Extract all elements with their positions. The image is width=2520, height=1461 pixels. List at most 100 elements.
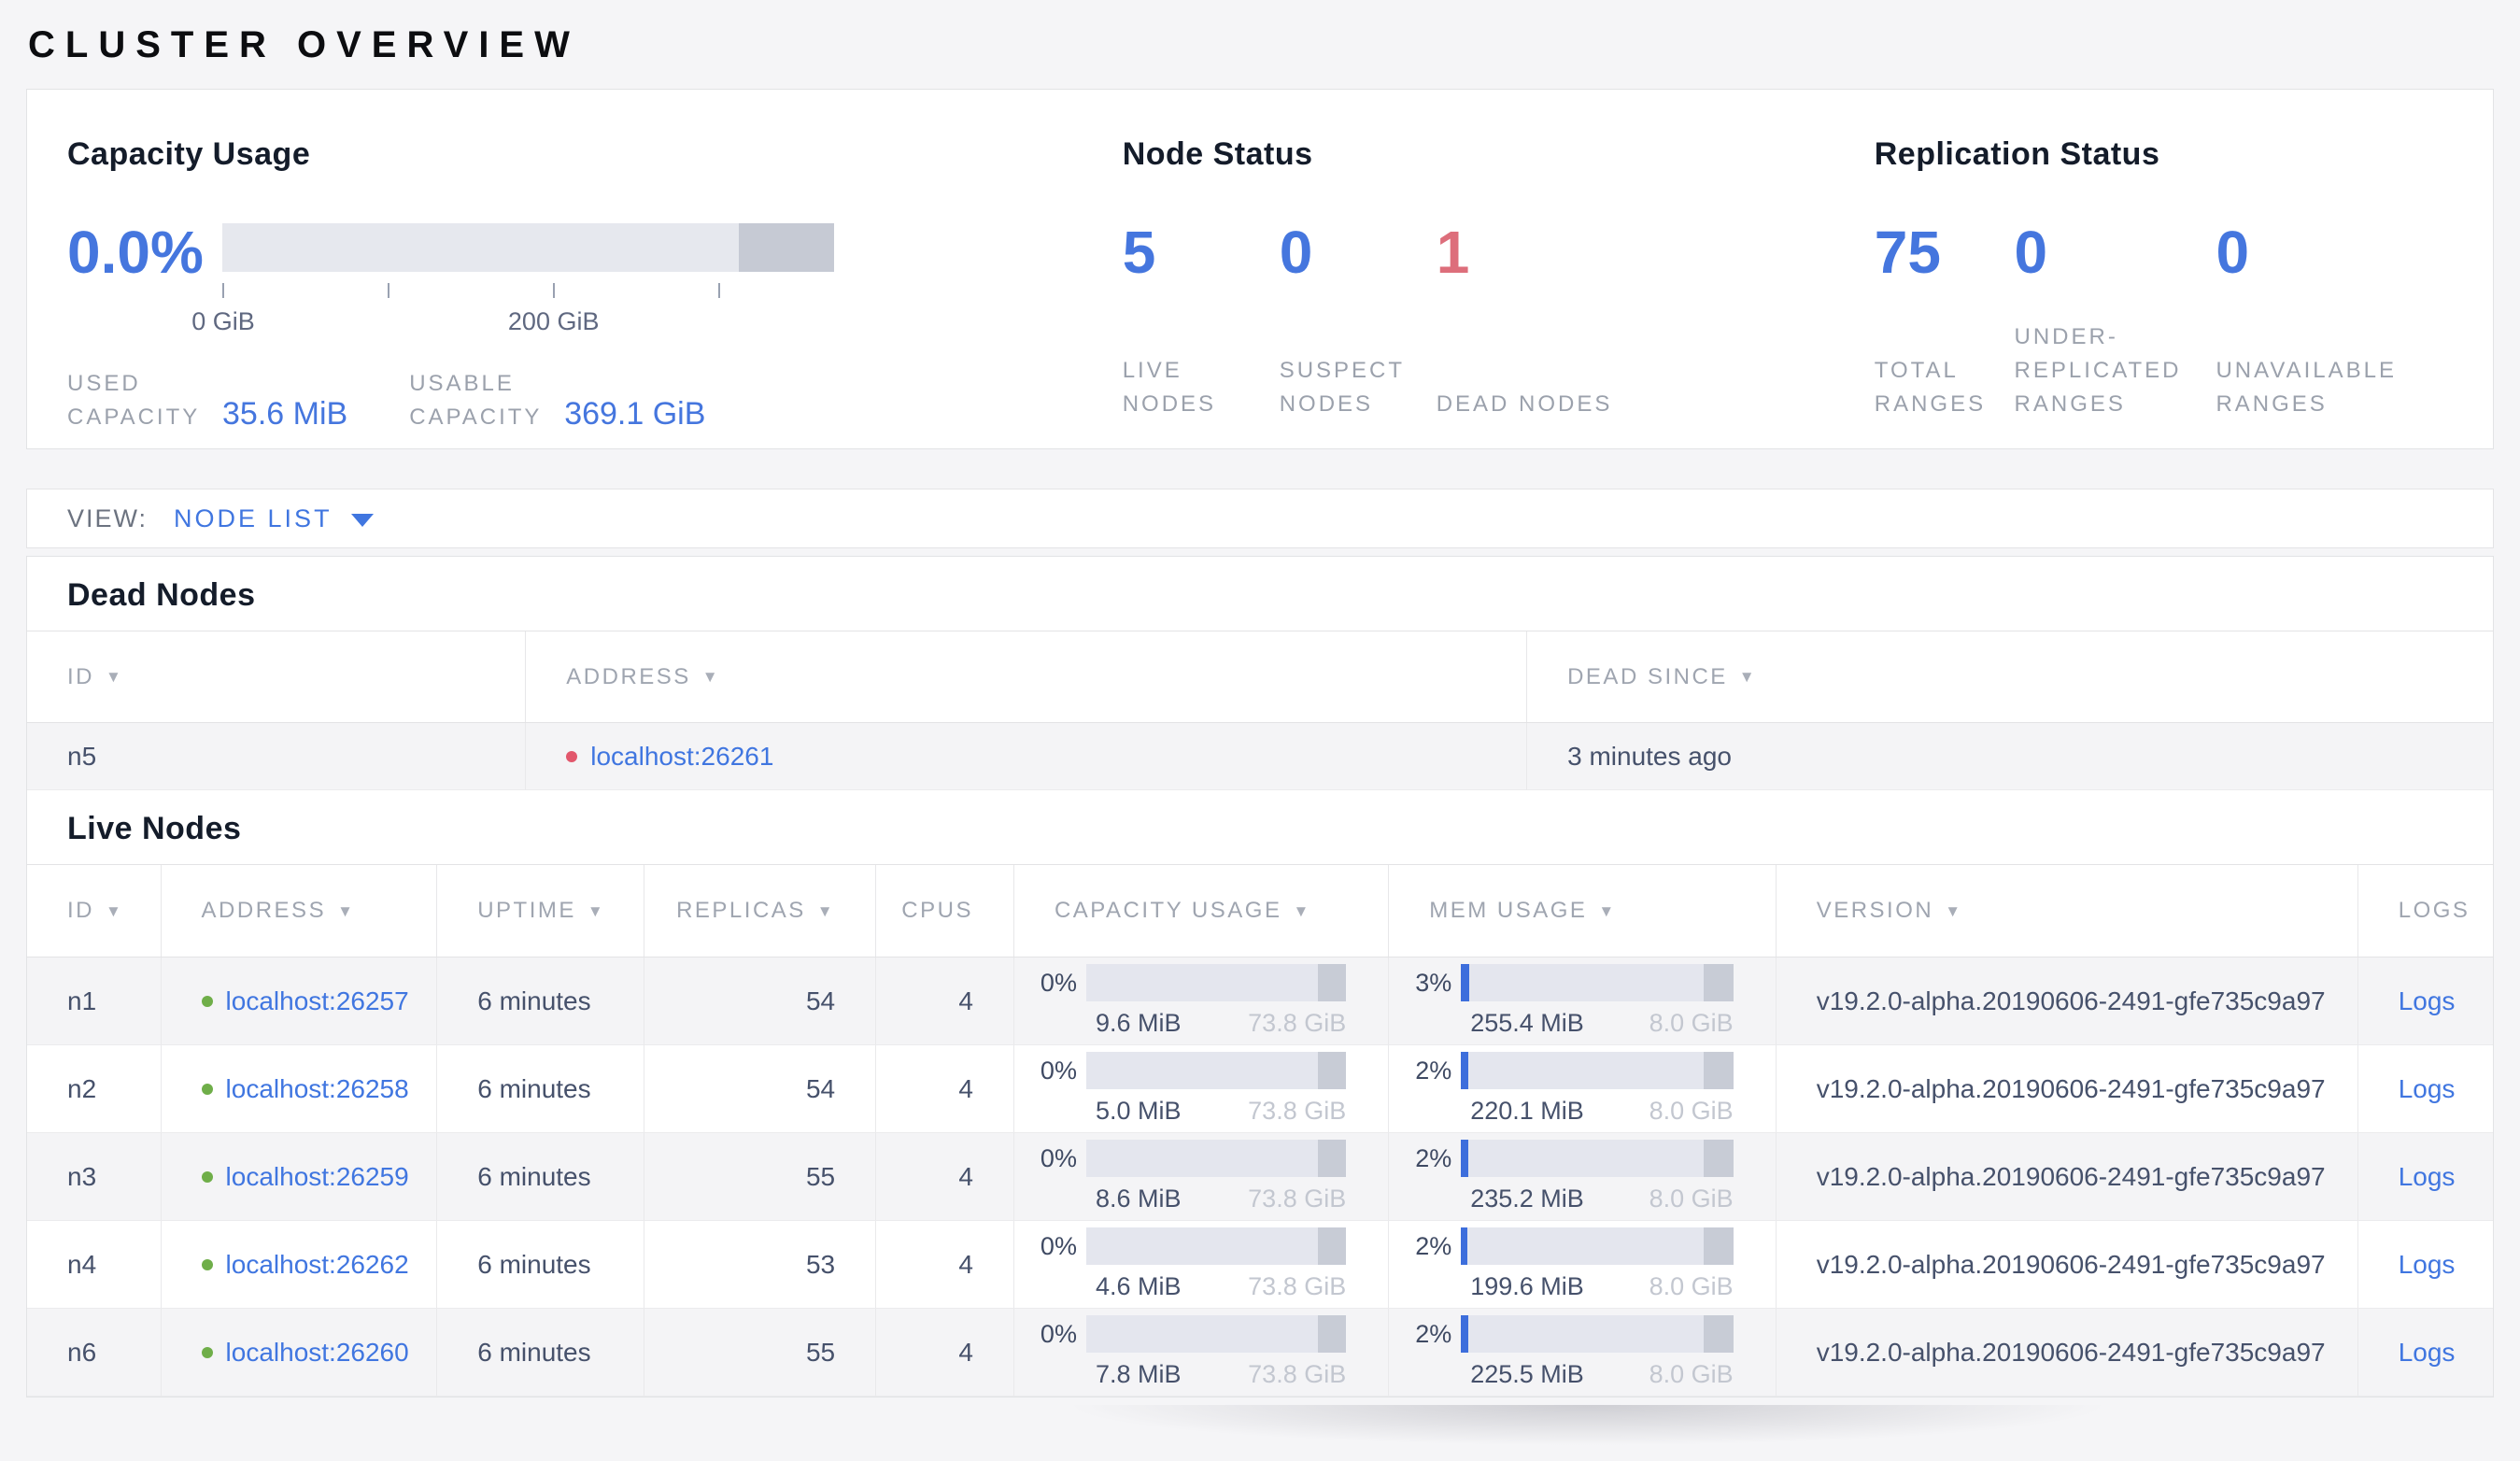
logs-link[interactable]: Logs (2399, 1162, 2456, 1192)
dead-col-header-address[interactable]: ADDRESS ▼ (525, 631, 1526, 722)
logs-link[interactable]: Logs (2399, 1338, 2456, 1368)
mem-total-value: 8.0 GiB (1649, 1097, 1734, 1125)
col-header-version[interactable]: VERSION ▼ (1775, 865, 2357, 957)
capacity-usage-panel: Capacity Usage 0.0% 0 GiB 200 GiB USED C… (67, 136, 1123, 448)
dead-col-header-id[interactable]: ID ▼ (27, 631, 525, 722)
dead-nodes-count: 1 (1436, 219, 1470, 286)
node-address-link[interactable]: localhost:26258 (226, 1074, 409, 1104)
column-label: DEAD SINCE (1567, 663, 1728, 689)
mem-usage-cell: 2% 225.5 MiB 8.0 GiB (1388, 1309, 1775, 1396)
node-address-cell: localhost:26262 (160, 1221, 437, 1308)
uptime-cell: 6 minutes (436, 1309, 644, 1396)
capacity-used-value: 4.6 MiB (1095, 1272, 1182, 1300)
node-address-link[interactable]: localhost:26262 (226, 1250, 409, 1280)
node-address-link[interactable]: localhost:26259 (226, 1162, 409, 1192)
col-header-capacity-usage[interactable]: CAPACITY USAGE ▼ (1012, 865, 1388, 957)
uptime-cell: 6 minutes (436, 1133, 644, 1220)
col-header-replicas[interactable]: REPLICAS ▼ (643, 865, 875, 957)
view-dropdown[interactable]: NODE LIST (174, 504, 374, 533)
mem-meter-reserved (1703, 1315, 1734, 1353)
capacity-meter-reserved (1317, 964, 1347, 1001)
capacity-usage-bar: 0 GiB 200 GiB (191, 223, 834, 341)
node-status-title: Node Status (1122, 136, 1313, 172)
node-id-cell: n3 (67, 1161, 97, 1191)
sort-desc-icon: ▼ (337, 901, 356, 920)
live-nodes-header-row: ID ▼ ADDRESS ▼ UPTIME ▼ REPLICAS ▼ CPUS CAPA… (27, 864, 2493, 957)
live-nodes-stat: 5 LIVE NODES (1122, 219, 1280, 421)
logs-cell: Logs (2357, 1133, 2493, 1220)
dead-col-header-dead-since[interactable]: DEAD SINCE ▼ (1526, 631, 2493, 722)
capacity-total-value: 73.8 GiB (1248, 1097, 1347, 1125)
col-header-uptime[interactable]: UPTIME ▼ (436, 865, 644, 957)
node-address-link[interactable]: localhost:26257 (226, 986, 409, 1016)
version-cell: v19.2.0-alpha.20190606-2491-gfe735c9a97 (1775, 1045, 2357, 1132)
usable-capacity-stat: USABLE CAPACITY 369.1 GiB (409, 367, 705, 434)
capacity-meter-reserved (1317, 1315, 1347, 1353)
cpus-cell: 4 (875, 1045, 1013, 1132)
view-dropdown-value[interactable]: NODE LIST (174, 504, 333, 533)
mem-usage-cell: 3% 255.4 MiB 8.0 GiB (1388, 957, 1775, 1044)
live-status-dot-icon (201, 1258, 213, 1270)
node-address-link[interactable]: localhost:26260 (226, 1338, 409, 1368)
uptime-cell: 6 minutes (436, 1221, 644, 1308)
capacity-usage-cell: 0% 5.0 MiB 73.8 GiB (1012, 1045, 1388, 1132)
under-replicated-ranges-stat: 0 UNDER-REPLICATED RANGES (2015, 220, 2216, 421)
capacity-usage-title: Capacity Usage (67, 136, 311, 172)
mem-meter-reserved (1703, 1140, 1734, 1177)
replicas-cell: 55 (643, 1133, 875, 1220)
replicas-cell: 55 (643, 1309, 875, 1396)
logs-link[interactable]: Logs (2399, 1074, 2456, 1104)
node-address-cell: localhost:26258 (160, 1045, 437, 1132)
column-label: ADDRESS (201, 898, 327, 923)
col-header-mem-usage[interactable]: MEM USAGE ▼ (1388, 865, 1775, 957)
mem-usage-cell: 2% 235.2 MiB 8.0 GiB (1388, 1133, 1775, 1220)
col-header-id[interactable]: ID ▼ (27, 865, 161, 957)
mem-used-value: 235.2 MiB (1470, 1184, 1584, 1213)
sort-desc-icon: ▼ (701, 668, 721, 686)
capacity-total-value: 73.8 GiB (1248, 1184, 1347, 1213)
mem-meter-fill (1461, 1315, 1468, 1353)
logs-link[interactable]: Logs (2399, 986, 2456, 1016)
logs-cell: Logs (2357, 1221, 2493, 1308)
node-address-link[interactable]: localhost:26261 (590, 742, 773, 772)
mem-meter-reserved (1703, 1052, 1734, 1089)
mem-total-value: 8.0 GiB (1649, 1272, 1734, 1300)
capacity-usage-cell: 0% 9.6 MiB 73.8 GiB (1012, 957, 1388, 1044)
logs-link[interactable]: Logs (2399, 1250, 2456, 1280)
cpus-cell: 4 (875, 1309, 1013, 1396)
sort-desc-icon: ▼ (106, 668, 124, 686)
used-capacity-value: 35.6 MiB (222, 395, 348, 432)
live-nodes-count: 5 (1122, 219, 1156, 286)
capacity-used-value: 9.6 MiB (1095, 1009, 1182, 1037)
mem-meter-bar (1461, 1315, 1734, 1353)
mem-meter-reserved (1703, 1227, 1734, 1265)
total-ranges-stat: 75 TOTAL RANGES (1875, 220, 2015, 421)
mem-percent-label: 2% (1415, 1143, 1452, 1172)
suspect-nodes-stat: 0 SUSPECT NODES (1279, 219, 1437, 421)
sort-desc-icon: ▼ (816, 901, 836, 920)
live-node-row: n2 localhost:26258 6 minutes 54 4 0% 5.0… (27, 1045, 2493, 1133)
mem-meter-bar (1461, 1227, 1734, 1265)
view-selector-bar: VIEW: NODE LIST (26, 489, 2494, 548)
suspect-nodes-count: 0 (1279, 219, 1313, 286)
mem-used-value: 225.5 MiB (1470, 1360, 1584, 1388)
capacity-percent-label: 0% (1040, 1056, 1077, 1085)
uptime-cell: 6 minutes (436, 957, 644, 1044)
mem-percent-label: 3% (1415, 968, 1452, 997)
sort-desc-icon: ▼ (1598, 901, 1617, 920)
sort-desc-icon: ▼ (1293, 901, 1311, 920)
capacity-percent-label: 0% (1040, 1319, 1077, 1348)
mem-meter-bar (1461, 1052, 1734, 1089)
col-header-address[interactable]: ADDRESS ▼ (160, 865, 437, 957)
cluster-overview-page: CLUSTER OVERVIEW Capacity Usage 0.0% 0 G… (0, 24, 2520, 1461)
used-capacity-label: USED CAPACITY (67, 371, 201, 430)
suspect-nodes-label: SUSPECT NODES (1279, 358, 1405, 417)
sort-desc-icon: ▼ (1945, 901, 1963, 920)
capacity-usage-cell: 0% 4.6 MiB 73.8 GiB (1012, 1221, 1388, 1308)
sort-desc-icon: ▼ (587, 901, 606, 920)
dead-since-cell: 3 minutes ago (1526, 723, 2493, 789)
logs-cell: Logs (2357, 1309, 2493, 1396)
axis-tick: 200 GiB (508, 283, 599, 335)
cpus-cell: 4 (875, 1133, 1013, 1220)
axis-tick-label: 200 GiB (507, 307, 600, 335)
